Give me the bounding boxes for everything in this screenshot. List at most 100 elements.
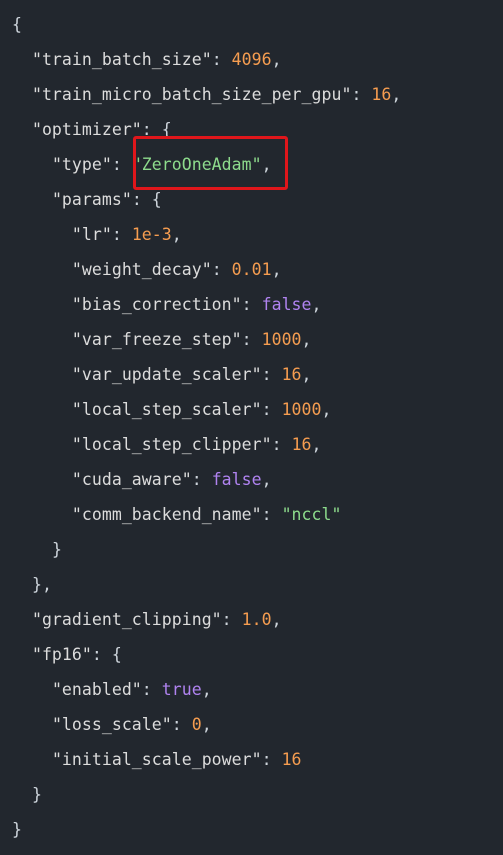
json-key: "var_freeze_step" <box>71 330 242 349</box>
code-line: "fp16": { <box>12 637 122 672</box>
json-number: 1e-3 <box>131 225 172 244</box>
json-key: "comm_backend_name" <box>71 505 262 524</box>
json-punctuation: : <box>111 225 132 244</box>
json-key: "gradient_clipping" <box>31 610 222 629</box>
json-number: 1000 <box>281 400 322 419</box>
json-punctuation: , <box>261 155 272 174</box>
code-line: } <box>12 532 62 567</box>
json-key: "cuda_aware" <box>71 470 192 489</box>
json-punctuation: }, <box>31 575 52 594</box>
json-number: 16 <box>281 365 302 384</box>
code-line: "train_micro_batch_size_per_gpu": 16, <box>12 77 401 112</box>
code-line: "gradient_clipping": 1.0, <box>12 602 282 637</box>
json-boolean: false <box>211 470 262 489</box>
json-punctuation: : <box>261 365 282 384</box>
json-punctuation: : { <box>131 190 162 209</box>
json-number: 0 <box>191 715 202 734</box>
json-key: "initial_scale_power" <box>51 750 262 769</box>
code-line: "weight_decay": 0.01, <box>12 252 282 287</box>
json-key: "var_update_scaler" <box>71 365 262 384</box>
code-line: "bias_correction": false, <box>12 287 322 322</box>
json-number: 16 <box>371 85 392 104</box>
code-line: { <box>12 7 22 42</box>
json-key: "params" <box>51 190 132 209</box>
json-punctuation: : <box>241 295 262 314</box>
json-number: 1000 <box>261 330 302 349</box>
json-boolean: false <box>261 295 312 314</box>
json-string: "ZeroOneAdam" <box>131 155 262 174</box>
json-punctuation: : <box>141 680 162 699</box>
json-string: "nccl" <box>281 505 342 524</box>
code-line: "comm_backend_name": "nccl" <box>12 497 342 532</box>
json-punctuation: , <box>201 680 212 699</box>
json-punctuation: } <box>12 820 22 839</box>
code-line: "enabled": true, <box>12 672 212 707</box>
code-line: "train_batch_size": 4096, <box>12 42 282 77</box>
json-number: 1.0 <box>241 610 272 629</box>
json-number: 0.01 <box>231 260 272 279</box>
json-punctuation: : <box>211 260 232 279</box>
json-number: 4096 <box>231 50 272 69</box>
json-punctuation: : <box>271 435 292 454</box>
json-punctuation: , <box>201 715 212 734</box>
code-line: "initial_scale_power": 16 <box>12 742 302 777</box>
json-key: "lr" <box>71 225 112 244</box>
json-key: "fp16" <box>31 645 92 664</box>
json-punctuation: : <box>171 715 192 734</box>
json-punctuation: } <box>51 540 62 559</box>
json-key: "train_batch_size" <box>31 50 212 69</box>
json-punctuation: { <box>12 15 22 34</box>
code-line: } <box>12 812 22 847</box>
code-line: "lr": 1e-3, <box>12 217 182 252</box>
json-punctuation: , <box>171 225 182 244</box>
json-key: "weight_decay" <box>71 260 212 279</box>
json-punctuation: , <box>301 330 312 349</box>
json-punctuation: : { <box>141 120 172 139</box>
json-punctuation: , <box>391 85 402 104</box>
json-boolean: true <box>161 680 202 699</box>
json-punctuation: : <box>191 470 212 489</box>
json-punctuation: : <box>261 400 282 419</box>
json-key: "optimizer" <box>31 120 142 139</box>
json-punctuation: : <box>221 610 242 629</box>
json-punctuation: : <box>111 155 132 174</box>
code-line: "var_update_scaler": 16, <box>12 357 312 392</box>
json-punctuation: } <box>31 785 42 804</box>
json-code-block: { "train_batch_size": 4096, "train_micro… <box>0 0 503 855</box>
json-number: 16 <box>281 750 302 769</box>
code-line: "loss_scale": 0, <box>12 707 212 742</box>
json-key: "type" <box>51 155 112 174</box>
json-key: "loss_scale" <box>51 715 172 734</box>
json-punctuation: , <box>271 610 282 629</box>
json-punctuation: : <box>261 750 282 769</box>
code-line: "optimizer": { <box>12 112 172 147</box>
code-line: "local_step_scaler": 1000, <box>12 392 332 427</box>
json-key: "train_micro_batch_size_per_gpu" <box>31 85 352 104</box>
json-punctuation: , <box>271 260 282 279</box>
code-line: "params": { <box>12 182 162 217</box>
json-key: "local_step_scaler" <box>71 400 262 419</box>
json-key: "local_step_clipper" <box>71 435 272 454</box>
code-line: "local_step_clipper": 16, <box>12 427 322 462</box>
json-punctuation: , <box>321 400 332 419</box>
json-punctuation: , <box>311 295 322 314</box>
